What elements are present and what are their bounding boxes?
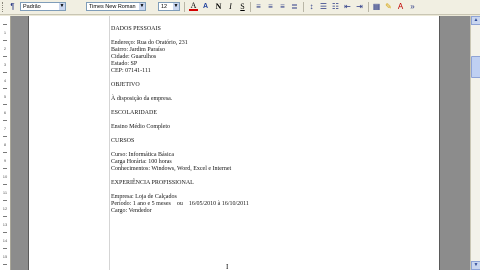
ruler-tick — [3, 72, 7, 73]
ruler-tick — [3, 232, 7, 233]
ruler-tick — [3, 104, 7, 105]
ruler-number: 10 — [2, 174, 8, 179]
role-line: Cargo: Vendedor — [111, 208, 152, 214]
course-line: Curso: Informática Básica — [111, 152, 174, 158]
heading-dados-pessoais: DADOS PESSOAIS — [111, 26, 161, 32]
shrink-font-button[interactable]: A — [201, 2, 210, 11]
ruler-number: 1 — [3, 30, 7, 35]
ruler-number: 15 — [2, 254, 8, 259]
highlight-icon[interactable]: ✎ — [384, 2, 393, 11]
scrollbar-thumb[interactable] — [471, 56, 480, 78]
bold-button[interactable]: N — [214, 2, 223, 11]
formatting-toolbar: ¶ Padrão ▼ Times New Roman ▼ 12 ▼ A A N … — [0, 0, 480, 15]
document-page[interactable]: DADOS PESSOAIS Endereço: Rua do Oratório… — [28, 16, 440, 270]
ruler-number: 8 — [3, 142, 7, 147]
workload-line: Carga Horária: 100 horas — [111, 159, 172, 165]
ruler-tick — [3, 152, 7, 153]
knowledge-line: Conhecimentos: Windows, Word, Excel e In… — [111, 166, 232, 172]
ruler-number: 5 — [3, 94, 7, 99]
chevron-down-icon[interactable]: ▼ — [173, 3, 179, 10]
vertical-ruler: 1 2 3 4 5 6 7 8 9 10 11 12 13 14 15 — [0, 16, 11, 270]
heading-objetivo: OBJETIVO — [111, 82, 140, 88]
toolbar-separator — [303, 2, 304, 12]
ruler-tick — [3, 248, 7, 249]
align-center-icon[interactable]: ≡ — [266, 2, 275, 11]
ruler-tick — [3, 136, 7, 137]
ruler-number: 6 — [3, 110, 7, 115]
toolbar-separator — [368, 2, 369, 12]
objective-line: À disposição da empresa. — [111, 96, 173, 102]
align-right-icon[interactable]: ≡ — [278, 2, 287, 11]
ruler-number: 13 — [2, 222, 8, 227]
heading-experiencia: EXPERIÊNCIA PROFISSIONAL — [111, 180, 194, 186]
scroll-down-button[interactable]: ▼ — [471, 261, 480, 270]
align-left-icon[interactable]: ≡ — [254, 2, 263, 11]
font-size-value: 12 — [161, 4, 168, 10]
font-name-select[interactable]: Times New Roman ▼ — [86, 2, 146, 11]
ruler-number: 2 — [3, 46, 7, 51]
ruler-tick — [3, 56, 7, 57]
text-boundary — [109, 16, 110, 270]
chevron-down-icon[interactable]: ▼ — [59, 3, 65, 10]
ruler-tick — [3, 200, 7, 201]
ruler-tick — [3, 184, 7, 185]
ruler-tick — [3, 120, 7, 121]
style-select-value: Padrão — [23, 4, 41, 10]
document-area[interactable]: DADOS PESSOAIS Endereço: Rua do Oratório… — [11, 16, 470, 270]
toolbar-separator — [184, 2, 185, 12]
ruler-tick — [3, 88, 7, 89]
i-beam-cursor-icon: I — [226, 263, 229, 270]
ruler-number: 14 — [2, 238, 8, 243]
heading-escolaridade: ESCOLARIDADE — [111, 110, 157, 116]
ruler-tick — [3, 168, 7, 169]
decrease-indent-icon[interactable]: ⇤ — [343, 2, 352, 11]
justify-icon[interactable]: ≣ — [290, 2, 299, 11]
chevron-down-icon[interactable]: ▼ — [139, 3, 145, 10]
ruler-number: 9 — [3, 158, 7, 163]
font-color-icon[interactable]: A — [396, 2, 405, 11]
increase-indent-icon[interactable]: ⇥ — [355, 2, 364, 11]
font-name-value: Times New Roman — [89, 4, 136, 10]
toolbar-options-icon[interactable]: » — [408, 2, 417, 11]
line-spacing-icon[interactable]: ↕ — [307, 2, 316, 11]
borders-icon[interactable]: ▦ — [372, 2, 381, 11]
bullets-icon[interactable]: ☷ — [331, 2, 340, 11]
ruler-tick — [3, 216, 7, 217]
neighborhood-line: Bairro: Jardim Paraíso — [111, 47, 165, 53]
company-line: Empresa: Loja de Calçados — [111, 194, 177, 200]
numbering-icon[interactable]: ☰ — [319, 2, 328, 11]
city-line: Cidade: Guarulhos — [111, 54, 157, 60]
toolbar-separator — [250, 2, 251, 12]
ruler-number: 3 — [3, 62, 7, 67]
font-size-select[interactable]: 12 ▼ — [158, 2, 180, 11]
ruler-tick — [3, 24, 7, 25]
italic-button[interactable]: I — [226, 2, 235, 11]
scroll-up-button[interactable]: ▲ — [471, 16, 480, 25]
education-line: Ensino Médio Completo — [111, 124, 170, 130]
styles-pane-icon[interactable]: ¶ — [8, 2, 17, 11]
underline-button[interactable]: S — [238, 2, 247, 11]
address-line: Endereço: Rua do Oratório, 231 — [111, 40, 188, 46]
ruler-number: 7 — [3, 126, 7, 131]
ruler-number: 4 — [3, 78, 7, 83]
document-body[interactable]: DADOS PESSOAIS Endereço: Rua do Oratório… — [111, 26, 431, 215]
state-line: Estado: SP — [111, 61, 138, 67]
vertical-scrollbar[interactable]: ▲ ▼ — [470, 16, 480, 270]
ruler-tick — [3, 40, 7, 41]
heading-cursos: CURSOS — [111, 138, 135, 144]
toolbar-grip[interactable] — [2, 2, 6, 12]
grow-font-button[interactable]: A — [189, 2, 198, 11]
style-select[interactable]: Padrão ▼ — [20, 2, 66, 11]
ruler-number: 12 — [2, 206, 8, 211]
zip-line: CEP: 07141-111 — [111, 68, 151, 74]
ruler-tick — [3, 264, 7, 265]
period-line: Período: 1 ano e 5 meses ou 16/05/2010 à… — [111, 201, 249, 207]
ruler-number: 11 — [2, 190, 8, 195]
